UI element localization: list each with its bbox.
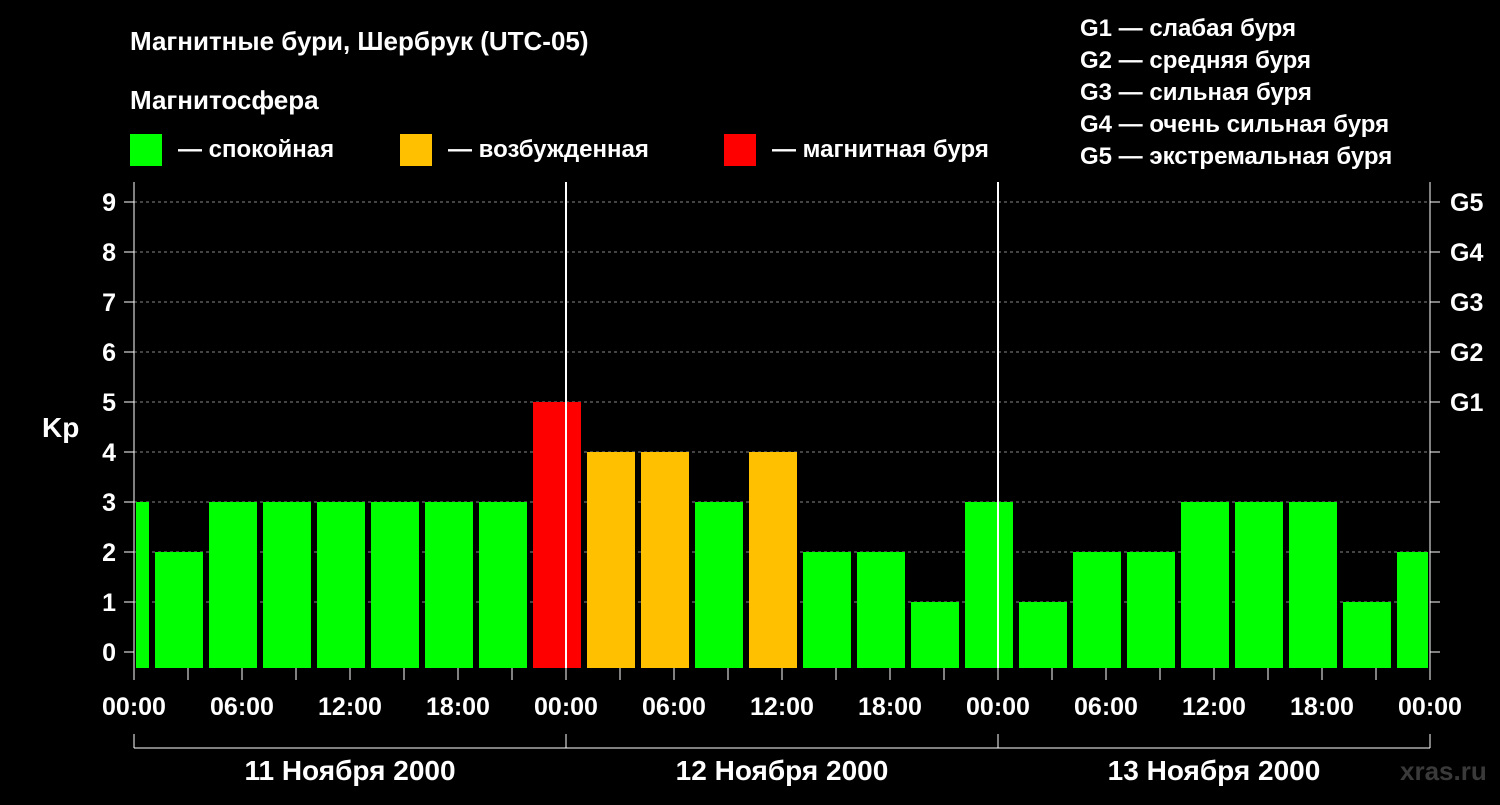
y-tick-label-7: 7 <box>102 289 116 317</box>
g-tick-label-g2: G2 <box>1450 339 1483 367</box>
kp-chart: Магнитные бури, Шербрук (UTC-05) Магнито… <box>42 15 1487 786</box>
x-tick-label-3: 18:00 <box>426 693 490 721</box>
x-tick-label-10: 12:00 <box>1182 693 1246 721</box>
legend-label-storm: — магнитная буря <box>772 136 989 163</box>
date-label-0: 11 Ноября 2000 <box>244 755 455 786</box>
kp-bar-16 <box>965 502 1013 668</box>
g-scale-item-g2: G2 — средняя буря <box>1080 47 1311 74</box>
x-tick-label-5: 06:00 <box>642 693 706 721</box>
x-tick-label-0: 00:00 <box>102 693 166 721</box>
kp-bar-20 <box>1181 502 1229 668</box>
x-tick-label-1: 06:00 <box>210 693 274 721</box>
g-scale-item-g4: G4 — очень сильная буря <box>1080 111 1389 138</box>
kp-bar-12 <box>749 452 797 668</box>
kp-bar-11 <box>695 502 743 668</box>
kp-bar-3 <box>263 502 311 668</box>
kp-bar-22 <box>1289 502 1337 668</box>
x-tick-label-6: 12:00 <box>750 693 814 721</box>
g-scale-item-g1: G1 — слабая буря <box>1080 15 1296 42</box>
y-tick-label-5: 5 <box>102 389 116 417</box>
kp-bar-19 <box>1127 552 1175 668</box>
kp-bar-8 <box>533 402 581 668</box>
legend-swatch-storm <box>724 134 756 166</box>
kp-bar-13 <box>803 552 851 668</box>
y-axis-label: Kp <box>42 412 79 443</box>
x-tick-label-8: 00:00 <box>966 693 1030 721</box>
y-tick-label-1: 1 <box>102 589 116 617</box>
kp-bar-4 <box>317 502 365 668</box>
g-tick-label-g3: G3 <box>1450 289 1483 317</box>
kp-bar-7 <box>479 502 527 668</box>
kp-bar-1 <box>155 552 203 668</box>
kp-bar-6 <box>425 502 473 668</box>
legend-label-quiet: — спокойная <box>178 136 334 163</box>
g-scale-item-g5: G5 — экстремальная буря <box>1080 143 1392 170</box>
legend-label-active: — возбужденная <box>448 136 649 163</box>
kp-bar-5 <box>371 502 419 668</box>
g-tick-label-g4: G4 <box>1450 239 1483 267</box>
x-tick-label-4: 00:00 <box>534 693 598 721</box>
date-label-1: 12 Ноября 2000 <box>676 755 889 786</box>
kp-bar-17 <box>1019 602 1067 668</box>
kp-bar-24 <box>1397 552 1428 668</box>
g-scale-item-g3: G3 — сильная буря <box>1080 79 1312 106</box>
y-tick-label-0: 0 <box>102 639 116 667</box>
g-tick-label-g1: G1 <box>1450 389 1483 417</box>
kp-bar-18 <box>1073 552 1121 668</box>
x-tick-label-11: 18:00 <box>1290 693 1354 721</box>
y-tick-label-9: 9 <box>102 189 116 217</box>
x-tick-label-12: 00:00 <box>1398 693 1462 721</box>
chart-title: Магнитные бури, Шербрук (UTC-05) <box>130 26 589 56</box>
x-tick-label-7: 18:00 <box>858 693 922 721</box>
kp-bar-10 <box>641 452 689 668</box>
g-scale-legend: G1 — слабая буря G2 — средняя буря G3 — … <box>1080 15 1392 170</box>
legend: — спокойная — возбужденная — магнитная б… <box>130 134 989 166</box>
g-tick-label-g5: G5 <box>1450 189 1483 217</box>
y-tick-label-8: 8 <box>102 239 116 267</box>
x-tick-label-9: 06:00 <box>1074 693 1138 721</box>
y-tick-label-4: 4 <box>102 439 116 467</box>
date-label-2: 13 Ноября 2000 <box>1108 755 1321 786</box>
kp-bar-14 <box>857 552 905 668</box>
legend-swatch-active <box>400 134 432 166</box>
legend-heading: Магнитосфера <box>130 85 319 115</box>
kp-bar-2 <box>209 502 257 668</box>
x-tick-label-2: 12:00 <box>318 693 382 721</box>
legend-swatch-quiet <box>130 134 162 166</box>
kp-bar-23 <box>1343 602 1391 668</box>
y-tick-label-6: 6 <box>102 339 116 367</box>
kp-bar-9 <box>587 452 635 668</box>
bars <box>136 402 1428 668</box>
kp-bar-15 <box>911 602 959 668</box>
kp-bar-21 <box>1235 502 1283 668</box>
y-tick-label-3: 3 <box>102 489 116 517</box>
kp-bar-0 <box>136 502 149 668</box>
y-tick-label-2: 2 <box>102 539 116 567</box>
watermark: xras.ru <box>1400 756 1487 786</box>
